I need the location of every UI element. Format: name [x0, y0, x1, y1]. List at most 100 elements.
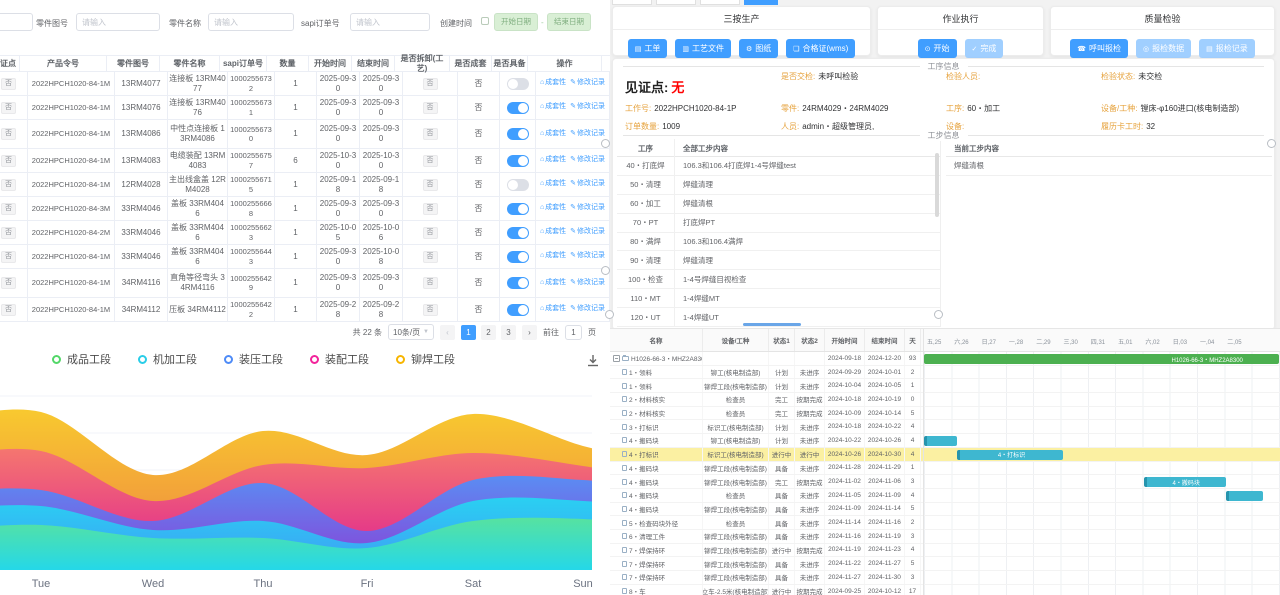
end-date-input[interactable]: 结束日期: [547, 13, 591, 31]
op-link-completeness[interactable]: ⌂成套性: [540, 130, 566, 139]
legend-item[interactable]: 装配工段: [310, 351, 369, 367]
process-row[interactable]: 100・检查1-4号焊缝目视检查: [617, 270, 940, 289]
current-step-row[interactable]: 焊缝清根: [946, 157, 1272, 176]
detach-badge[interactable]: 否: [423, 277, 438, 289]
gantt-task-bar[interactable]: [924, 436, 957, 446]
collapse-icon[interactable]: [613, 355, 620, 362]
ready-toggle[interactable]: [507, 304, 529, 316]
button-workorder[interactable]: ▤工单: [628, 39, 668, 58]
witness-badge[interactable]: 否: [1, 227, 16, 239]
gantt-task-bar[interactable]: 4・打标识: [957, 450, 1063, 460]
gantt-row[interactable]: 8・车立车-2.5米(核电制造部)进行中按期完成2024-09-252024-1…: [610, 585, 923, 595]
legend-item[interactable]: 装压工段: [224, 351, 283, 367]
process-table-scrollbar[interactable]: [935, 153, 939, 217]
button-start[interactable]: ⊙开始: [918, 39, 957, 58]
detach-badge[interactable]: 否: [423, 78, 438, 90]
op-link-completeness[interactable]: ⌂成套性: [540, 252, 566, 261]
process-row[interactable]: 50・清理焊缝清理: [617, 176, 940, 195]
top-tab-fragment-2[interactable]: [656, 0, 696, 5]
gantt-row[interactable]: 4・打标识标识工(核电制造部)进行中进行中2024-10-262024-10-3…: [610, 448, 923, 462]
witness-badge[interactable]: 否: [1, 155, 16, 167]
gantt-row[interactable]: 7・焊保持环铆焊工段(核电制造部)进行中按期完成2024-11-192024-1…: [610, 544, 923, 558]
gantt-row[interactable]: H1026-66-3・MHZ2A83002024-09-182024-12-20…: [610, 352, 923, 366]
legend-item[interactable]: 成品工段: [52, 351, 111, 367]
process-row[interactable]: 80・满焊106.3和106.4满焊: [617, 233, 940, 252]
top-tab-fragment-active[interactable]: [744, 0, 778, 5]
ready-toggle[interactable]: [507, 102, 529, 114]
gantt-row[interactable]: 3・打标识标识工(核电制造部)计划未进序2024-10-182024-10-22…: [610, 420, 923, 434]
detach-badge[interactable]: 否: [423, 102, 438, 114]
witness-badge[interactable]: 否: [1, 179, 16, 191]
ready-toggle[interactable]: [507, 179, 529, 191]
top-tab-fragment-1[interactable]: [612, 0, 652, 5]
op-link-modify-record[interactable]: ✎修改记录: [570, 279, 605, 288]
ready-toggle[interactable]: [507, 203, 529, 215]
start-date-input[interactable]: 开始日期: [494, 13, 538, 31]
gantt-row[interactable]: 7・焊保持环铆焊工段(核电制造部)具备未进序2024-11-222024-11-…: [610, 557, 923, 571]
gantt-row[interactable]: 2・材料核实检查员完工按期完成2024-10-182024-10-190: [610, 393, 923, 407]
gantt-group-bar[interactable]: H1026-66-3・MHZ2A8300: [924, 354, 1279, 364]
detach-badge[interactable]: 否: [423, 227, 438, 239]
legend-item[interactable]: 铆焊工段: [396, 351, 455, 367]
gantt-task-bar[interactable]: [1226, 491, 1263, 501]
op-link-modify-record[interactable]: ✎修改记录: [570, 103, 605, 112]
button-finish[interactable]: ✓完成: [965, 39, 1004, 58]
button-call-inspection[interactable]: ☎呼叫报检: [1070, 39, 1128, 58]
splitter-handle[interactable]: [1267, 139, 1276, 148]
detach-badge[interactable]: 否: [423, 155, 438, 167]
ready-toggle[interactable]: [507, 227, 529, 239]
part-name-filter-input[interactable]: [208, 13, 294, 31]
op-link-completeness[interactable]: ⌂成套性: [540, 204, 566, 213]
top-tab-fragment-3[interactable]: [700, 0, 740, 5]
op-link-modify-record[interactable]: ✎修改记录: [570, 305, 605, 314]
ready-toggle[interactable]: [507, 78, 529, 90]
next-page-button[interactable]: ›: [522, 325, 537, 340]
page-button-3[interactable]: 3: [501, 325, 516, 340]
ready-toggle[interactable]: [507, 128, 529, 140]
page-button-2[interactable]: 2: [481, 325, 496, 340]
op-link-completeness[interactable]: ⌂成套性: [540, 79, 566, 88]
process-table-hscrollbar[interactable]: [743, 323, 801, 326]
detach-badge[interactable]: 否: [423, 203, 438, 215]
gantt-row[interactable]: 4・搬码块铆工(核电制造部)计划未进序2024-10-222024-10-264: [610, 434, 923, 448]
detach-badge[interactable]: 否: [423, 251, 438, 263]
process-row[interactable]: 90・清理焊缝清理: [617, 251, 940, 270]
op-link-completeness[interactable]: ⌂成套性: [540, 103, 566, 112]
button-inspection-data[interactable]: ◎报检数据: [1136, 39, 1191, 58]
gantt-row[interactable]: 1・领料铆工(核电制造部)计划未进序2024-09-292024-10-012: [610, 366, 923, 380]
detach-badge[interactable]: 否: [423, 179, 438, 191]
splitter-handle[interactable]: [934, 310, 943, 319]
op-link-modify-record[interactable]: ✎修改记录: [570, 156, 605, 165]
detach-badge[interactable]: 否: [423, 128, 438, 140]
op-link-modify-record[interactable]: ✎修改记录: [570, 79, 605, 88]
button-inspection-record[interactable]: ▤报检记录: [1199, 39, 1255, 58]
legend-item[interactable]: 机加工段: [138, 351, 197, 367]
gantt-row[interactable]: 4・搬码块铆焊工段(核电制造部)具备未进序2024-11-092024-11-1…: [610, 503, 923, 517]
gantt-row[interactable]: 4・搬码块铆焊工段(核电制造部)具备未进序2024-11-282024-11-2…: [610, 462, 923, 476]
gantt-row[interactable]: 7・焊保持环铆焊工段(核电制造部)具备未进序2024-11-272024-11-…: [610, 571, 923, 585]
cut-filter-input[interactable]: [0, 13, 33, 31]
op-link-modify-record[interactable]: ✎修改记录: [570, 204, 605, 213]
op-link-completeness[interactable]: ⌂成套性: [540, 228, 566, 237]
button-drawing[interactable]: ⚙图纸: [739, 39, 778, 58]
process-row[interactable]: 70・PT打底焊PT: [617, 214, 940, 233]
witness-badge[interactable]: 否: [1, 251, 16, 263]
prev-page-button[interactable]: ‹: [440, 325, 455, 340]
witness-badge[interactable]: 否: [1, 78, 16, 90]
button-process-file[interactable]: ▥工艺文件: [675, 39, 731, 58]
op-link-modify-record[interactable]: ✎修改记录: [570, 252, 605, 261]
op-link-modify-record[interactable]: ✎修改记录: [570, 228, 605, 237]
ready-toggle[interactable]: [507, 277, 529, 289]
gantt-row[interactable]: 4・搬码块检查员具备未进序2024-11-052024-11-094: [610, 489, 923, 503]
sap-order-filter-input[interactable]: [350, 13, 430, 31]
ready-toggle[interactable]: [507, 155, 529, 167]
witness-badge[interactable]: 否: [1, 128, 16, 140]
op-link-completeness[interactable]: ⌂成套性: [540, 305, 566, 314]
button-certificate[interactable]: ❏合格证(wms): [786, 39, 855, 58]
witness-badge[interactable]: 否: [1, 203, 16, 215]
process-row[interactable]: 40・打底焊106.3和106.4打底焊1-4号焊缝test: [617, 157, 940, 176]
page-button-1[interactable]: 1: [461, 325, 476, 340]
splitter-handle[interactable]: [605, 310, 614, 319]
witness-badge[interactable]: 否: [1, 102, 16, 114]
witness-badge[interactable]: 否: [1, 277, 16, 289]
